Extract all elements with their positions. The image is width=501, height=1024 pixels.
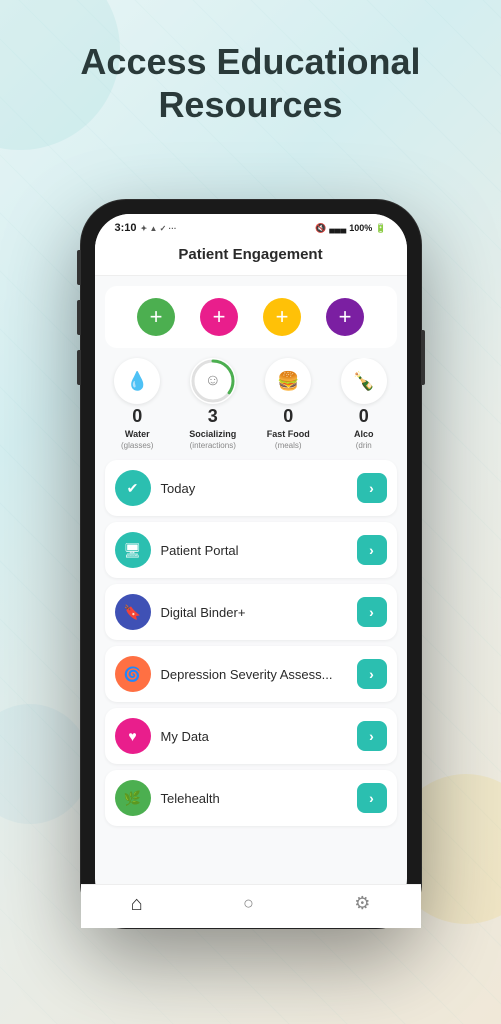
digital-binder-arrow[interactable]: ›	[357, 597, 387, 627]
search-icon: ○	[243, 893, 254, 914]
digital-binder-icon-circle: 🔖	[115, 594, 151, 630]
patient-portal-icon: 🖥	[124, 542, 142, 559]
telehealth-arrow[interactable]: ›	[357, 783, 387, 813]
nav-settings[interactable]: ⚙	[354, 893, 370, 914]
settings-icon: ⚙	[354, 893, 370, 914]
fastfood-label: Fast Food	[267, 429, 310, 439]
stats-row: 💧 0 Water (glasses) ☺ 3	[95, 348, 407, 460]
status-bar: 3:10 ✦ ▲ ✓ ··· 🔇 ▄▄▄ 100% 🔋	[95, 214, 407, 238]
menu-item-my-data[interactable]: ♥ My Data ›	[105, 708, 397, 764]
nav-search[interactable]: ○	[243, 893, 254, 914]
stat-water: 💧 0 Water (glasses)	[101, 358, 175, 450]
stat-alcohol: 🍾 0 Alco (drin	[327, 358, 401, 450]
socializing-sublabel: (interactions)	[190, 441, 236, 450]
today-icon: ✔	[127, 480, 139, 497]
digital-binder-label: Digital Binder+	[161, 605, 357, 620]
menu-item-digital-binder[interactable]: 🔖 Digital Binder+ ›	[105, 584, 397, 640]
add-button-3[interactable]: +	[263, 298, 301, 336]
my-data-icon: ♥	[128, 728, 136, 744]
fastfood-sublabel: (meals)	[275, 441, 302, 450]
menu-item-patient-portal[interactable]: 🖥 Patient Portal ›	[105, 522, 397, 578]
menu-item-depression[interactable]: 🌀 Depression Severity Assess... ›	[105, 646, 397, 702]
my-data-label: My Data	[161, 729, 357, 744]
page-title-section: Access Educational Resources	[0, 0, 501, 146]
water-value: 0	[132, 406, 142, 427]
telehealth-icon-circle: 🌿	[115, 780, 151, 816]
water-label: Water	[125, 429, 150, 439]
water-sublabel: (glasses)	[121, 441, 153, 450]
my-data-arrow-icon: ›	[369, 728, 374, 744]
patient-portal-arrow[interactable]: ›	[357, 535, 387, 565]
depression-arrow-icon: ›	[369, 666, 374, 682]
socializing-arc	[190, 358, 236, 404]
menu-item-telehealth[interactable]: 🌿 Telehealth ›	[105, 770, 397, 826]
digital-binder-arrow-icon: ›	[369, 604, 374, 620]
nav-home[interactable]: ⌂	[131, 893, 143, 914]
bottom-nav: ⌂ ○ ⚙	[95, 884, 407, 914]
socializing-label: Socializing	[189, 429, 236, 439]
digital-binder-icon: 🔖	[124, 604, 141, 621]
alcohol-label: Alco	[354, 429, 374, 439]
stat-fastfood: 🍔 0 Fast Food (meals)	[252, 358, 326, 450]
depression-icon: 🌀	[124, 666, 141, 683]
patient-portal-arrow-icon: ›	[369, 542, 374, 558]
add-button-2[interactable]: +	[200, 298, 238, 336]
alcohol-sublabel: (drin	[356, 441, 372, 450]
depression-arrow[interactable]: ›	[357, 659, 387, 689]
add-button-4[interactable]: +	[326, 298, 364, 336]
my-data-arrow[interactable]: ›	[357, 721, 387, 751]
today-arrow-icon: ›	[369, 480, 374, 496]
home-icon: ⌂	[131, 893, 143, 914]
status-left-icons: ✦ ▲ ✓ ···	[141, 224, 177, 233]
telehealth-icon: 🌿	[124, 790, 141, 807]
depression-icon-circle: 🌀	[115, 656, 151, 692]
water-icon: 💧	[126, 371, 148, 392]
patient-portal-label: Patient Portal	[161, 543, 357, 558]
depression-label: Depression Severity Assess...	[161, 667, 357, 682]
stat-socializing: ☺ 3 Socializing (interactions)	[176, 358, 250, 450]
telehealth-arrow-icon: ›	[369, 790, 374, 806]
patient-portal-icon-circle: 🖥	[115, 532, 151, 568]
status-time: 3:10	[115, 222, 137, 234]
today-icon-circle: ✔	[115, 470, 151, 506]
phone-mockup: 3:10 ✦ ▲ ✓ ··· 🔇 ▄▄▄ 100% 🔋 Patient Enga…	[81, 200, 421, 928]
status-right-icons: 🔇 ▄▄▄ 100% 🔋	[315, 223, 386, 234]
menu-list: ✔ Today › 🖥 Patient Portal ›	[95, 460, 407, 826]
today-arrow[interactable]: ›	[357, 473, 387, 503]
my-data-icon-circle: ♥	[115, 718, 151, 754]
telehealth-label: Telehealth	[161, 791, 357, 806]
add-buttons-card: + + + +	[105, 286, 397, 348]
add-button-1[interactable]: +	[137, 298, 175, 336]
fastfood-icon: 🍔	[277, 371, 299, 392]
page-title: Access Educational Resources	[40, 40, 461, 126]
fastfood-value: 0	[283, 406, 293, 427]
app-header: Patient Engagement	[95, 238, 407, 276]
alcohol-icon: 🍾	[353, 371, 375, 392]
socializing-value: 3	[208, 406, 218, 427]
alcohol-value: 0	[359, 406, 369, 427]
menu-item-today[interactable]: ✔ Today ›	[105, 460, 397, 516]
today-label: Today	[161, 481, 357, 496]
